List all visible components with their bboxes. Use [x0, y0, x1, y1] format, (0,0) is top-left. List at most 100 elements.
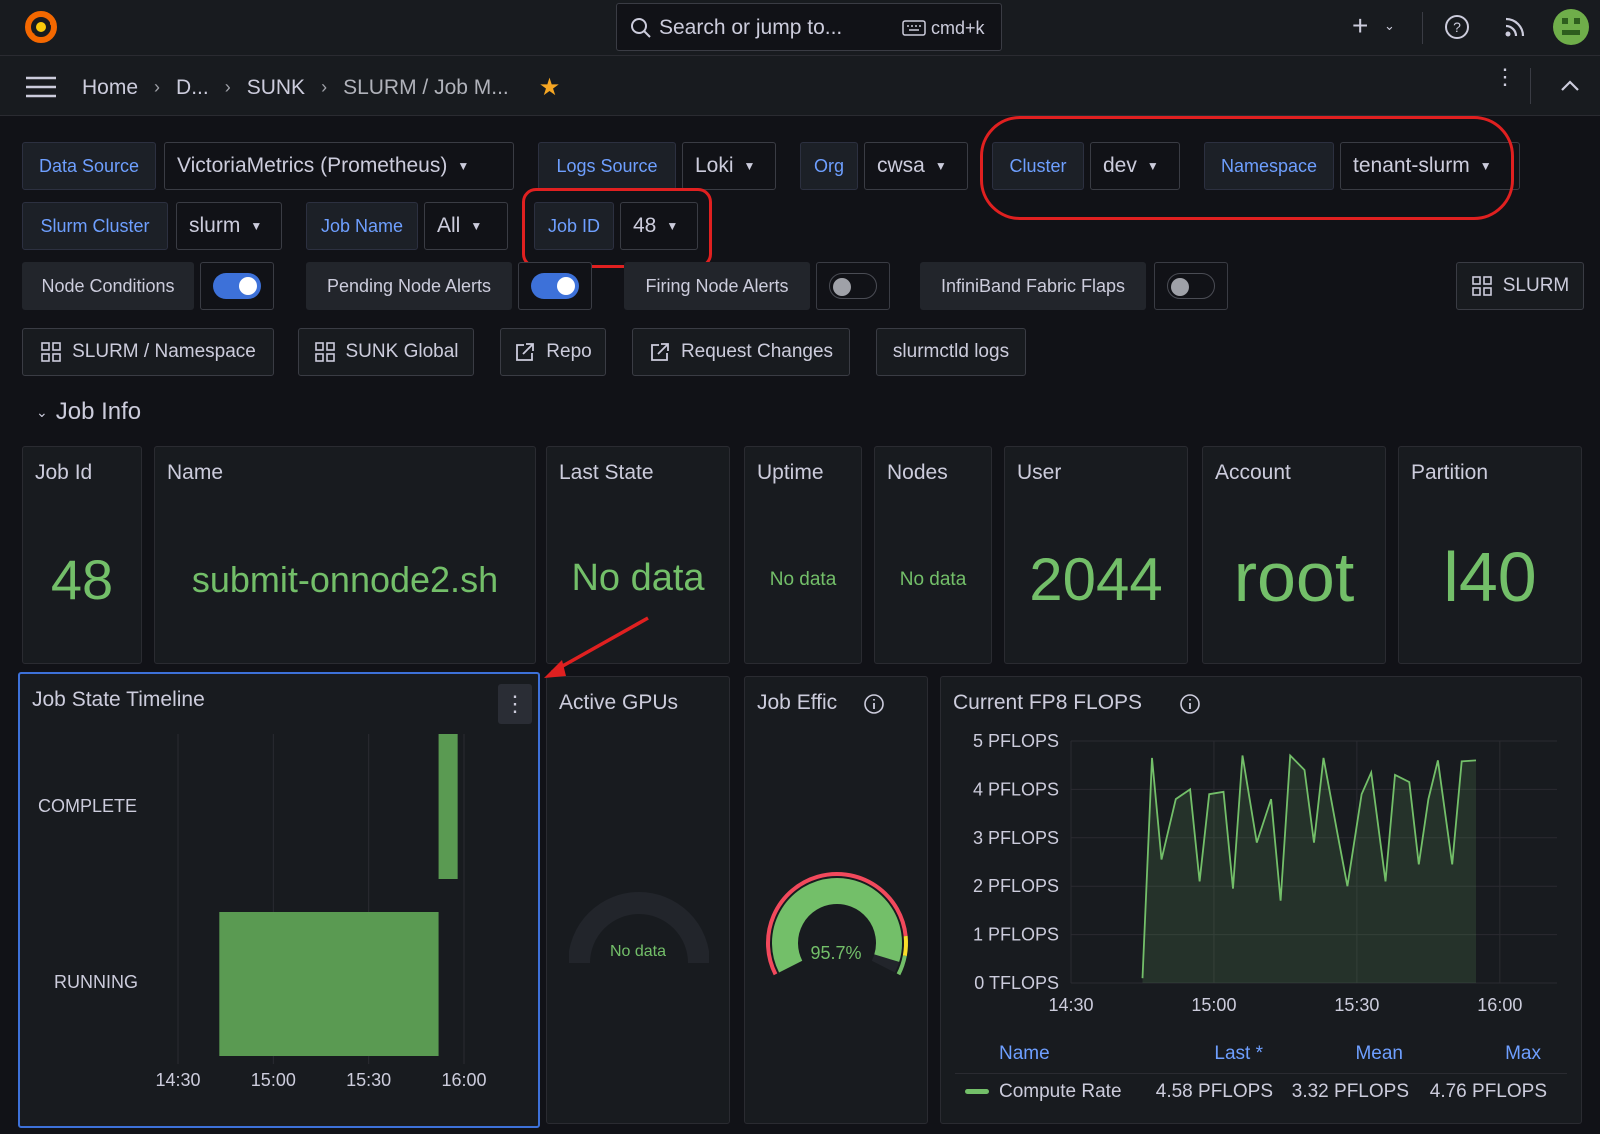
logs-source-value: Loki: [695, 154, 734, 177]
stat-panel-job-id: Job Id 48: [22, 446, 142, 664]
divider: [1530, 68, 1531, 104]
menu-icon[interactable]: [26, 76, 56, 98]
x-tick-label: 15:30: [346, 1070, 391, 1090]
logs-source-select[interactable]: Loki ▼: [682, 142, 776, 190]
panel-title: Active GPUs: [559, 691, 679, 714]
legend-col-last[interactable]: Last *: [1153, 1043, 1263, 1065]
breadcrumb-separator-icon: ›: [154, 77, 161, 97]
panel-title: Name: [167, 461, 224, 484]
legend-col-max[interactable]: Max: [1431, 1043, 1541, 1065]
x-tick-label: 16:00: [1477, 995, 1522, 1015]
divider: [955, 1073, 1567, 1074]
breadcrumb-folder[interactable]: D...: [176, 76, 209, 100]
help-icon[interactable]: ?: [1444, 14, 1470, 40]
info-icon[interactable]: [863, 693, 885, 715]
fp8-flops-panel: Current FP8 FLOPS 0 TFLOPS 1 PFLOPS 2 PFLO…: [940, 676, 1582, 1124]
breadcrumb-sunk[interactable]: SUNK: [247, 76, 305, 100]
job-name-select[interactable]: All ▼: [424, 202, 508, 250]
stat-panel-nodes: Nodes No data: [874, 446, 992, 664]
panel-title: Job State Timeline: [32, 688, 205, 711]
pending-node-alerts-label: Pending Node Alerts: [306, 262, 512, 310]
data-source-value: VictoriaMetrics (Prometheus): [177, 154, 448, 177]
legend-col-name[interactable]: Name: [999, 1043, 1050, 1065]
chevron-down-icon[interactable]: ⌄: [1384, 18, 1395, 34]
search-bar[interactable]: Search or jump to... cmd+k: [616, 3, 1002, 51]
stat-value: No data: [769, 569, 837, 590]
gauge-value: 95.7%: [810, 943, 862, 963]
x-tick-label: 15:00: [251, 1070, 296, 1090]
stat-panel-partition: Partition l40: [1398, 446, 1582, 664]
rss-icon[interactable]: [1502, 14, 1528, 40]
sunk-global-link-button[interactable]: SUNK Global: [298, 328, 474, 376]
y-tick-label: 3 PFLOPS: [973, 828, 1059, 848]
breadcrumb-separator-icon: ›: [224, 77, 231, 97]
grafana-logo-icon[interactable]: [22, 8, 60, 46]
breadcrumb-dashboard[interactable]: SLURM / Job M...: [343, 76, 509, 100]
job-name-label: Job Name: [306, 202, 418, 250]
apps-grid-icon: [41, 342, 61, 362]
empty-gauge: [569, 892, 709, 964]
stat-value: No data: [899, 569, 967, 590]
legend-series-name: Compute Rate: [999, 1081, 1122, 1102]
stat-value: root: [1233, 538, 1355, 616]
panel-title: Current FP8 FLOPS: [953, 691, 1143, 714]
row-job-info[interactable]: ⌄ Job Info: [36, 398, 141, 426]
apps-grid-icon: [314, 342, 335, 362]
search-icon: [631, 18, 651, 38]
avatar[interactable]: [1552, 8, 1590, 46]
job-state-timeline-panel[interactable]: Job State Timeline ⋮ 14:30 15:00 15:30 16:0…: [18, 672, 540, 1128]
stat-value: 48: [50, 548, 114, 611]
data-source-select[interactable]: VictoriaMetrics (Prometheus) ▼: [164, 142, 514, 190]
gauge-value: No data: [609, 943, 667, 960]
org-label: Org: [800, 142, 858, 190]
slurm-link-button[interactable]: SLURM: [1456, 262, 1584, 310]
legend-col-mean[interactable]: Mean: [1293, 1043, 1403, 1065]
x-tick-label: 15:00: [1191, 995, 1236, 1015]
collapse-chevron-up-icon[interactable]: [1560, 78, 1580, 92]
category-label: COMPLETE: [38, 796, 137, 816]
panel-title: Last State: [559, 461, 654, 484]
svg-text:?: ?: [1453, 19, 1461, 35]
breadcrumb-home[interactable]: Home: [82, 76, 138, 100]
node-conditions-toggle[interactable]: [200, 262, 274, 310]
keyboard-icon: [902, 20, 926, 36]
slurm-namespace-link-button[interactable]: SLURM / Namespace: [22, 328, 274, 376]
slurmctld-logs-link-button[interactable]: slurmctld logs: [876, 328, 1026, 376]
infiniband-flaps-toggle[interactable]: [1154, 262, 1228, 310]
add-new-plus-icon[interactable]: +: [1352, 12, 1368, 40]
panel-title: Job Effic: [757, 691, 838, 714]
org-select[interactable]: cwsa ▼: [864, 142, 968, 190]
node-conditions-label: Node Conditions: [22, 262, 194, 310]
firing-node-alerts-toggle[interactable]: [816, 262, 890, 310]
top-bar: Search or jump to... cmd+k + ⌄ ?: [0, 0, 1600, 56]
legend-row[interactable]: Compute Rate 4.58 PFLOPS 3.32 PFLOPS 4.7…: [953, 1081, 1569, 1111]
divider: [1422, 12, 1423, 44]
repo-link-button[interactable]: Repo: [500, 328, 606, 376]
panel-title: Nodes: [887, 461, 948, 484]
pending-node-alerts-toggle[interactable]: [518, 262, 592, 310]
legend-header: Name Last * Mean Max: [953, 1043, 1569, 1075]
chevron-down-icon: ⌄: [36, 403, 48, 420]
annotation-red-arrow: [544, 616, 649, 678]
slurmctld-logs-link-label: slurmctld logs: [892, 341, 1010, 362]
stat-panel-name: Name submit-onnode2.sh: [154, 446, 536, 664]
star-icon[interactable]: ★: [539, 73, 561, 102]
external-link-icon: [516, 343, 535, 361]
request-changes-link-button[interactable]: Request Changes: [632, 328, 850, 376]
job-name-value: All: [437, 214, 461, 237]
slurm-cluster-select[interactable]: slurm ▼: [176, 202, 282, 250]
slurm-cluster-value: slurm: [189, 214, 241, 237]
info-icon[interactable]: [1179, 693, 1201, 715]
sunk-global-link-label: SUNK Global: [345, 341, 459, 362]
panel-title: Partition: [1411, 461, 1489, 484]
chevron-down-icon: ▼: [250, 219, 263, 233]
chevron-down-icon: ▼: [457, 159, 470, 173]
efficiency-gauge: [766, 872, 908, 976]
data-source-label: Data Source: [22, 142, 156, 190]
kebab-menu-icon[interactable]: ⋮: [1494, 66, 1516, 88]
panel-menu-kebab-icon[interactable]: ⋮: [498, 684, 532, 724]
category-label: RUNNING: [54, 972, 138, 992]
legend-mean-value: 3.32 PFLOPS: [1291, 1081, 1409, 1102]
legend-color-swatch: [965, 1089, 989, 1094]
legend-max-value: 4.76 PFLOPS: [1429, 1081, 1547, 1102]
